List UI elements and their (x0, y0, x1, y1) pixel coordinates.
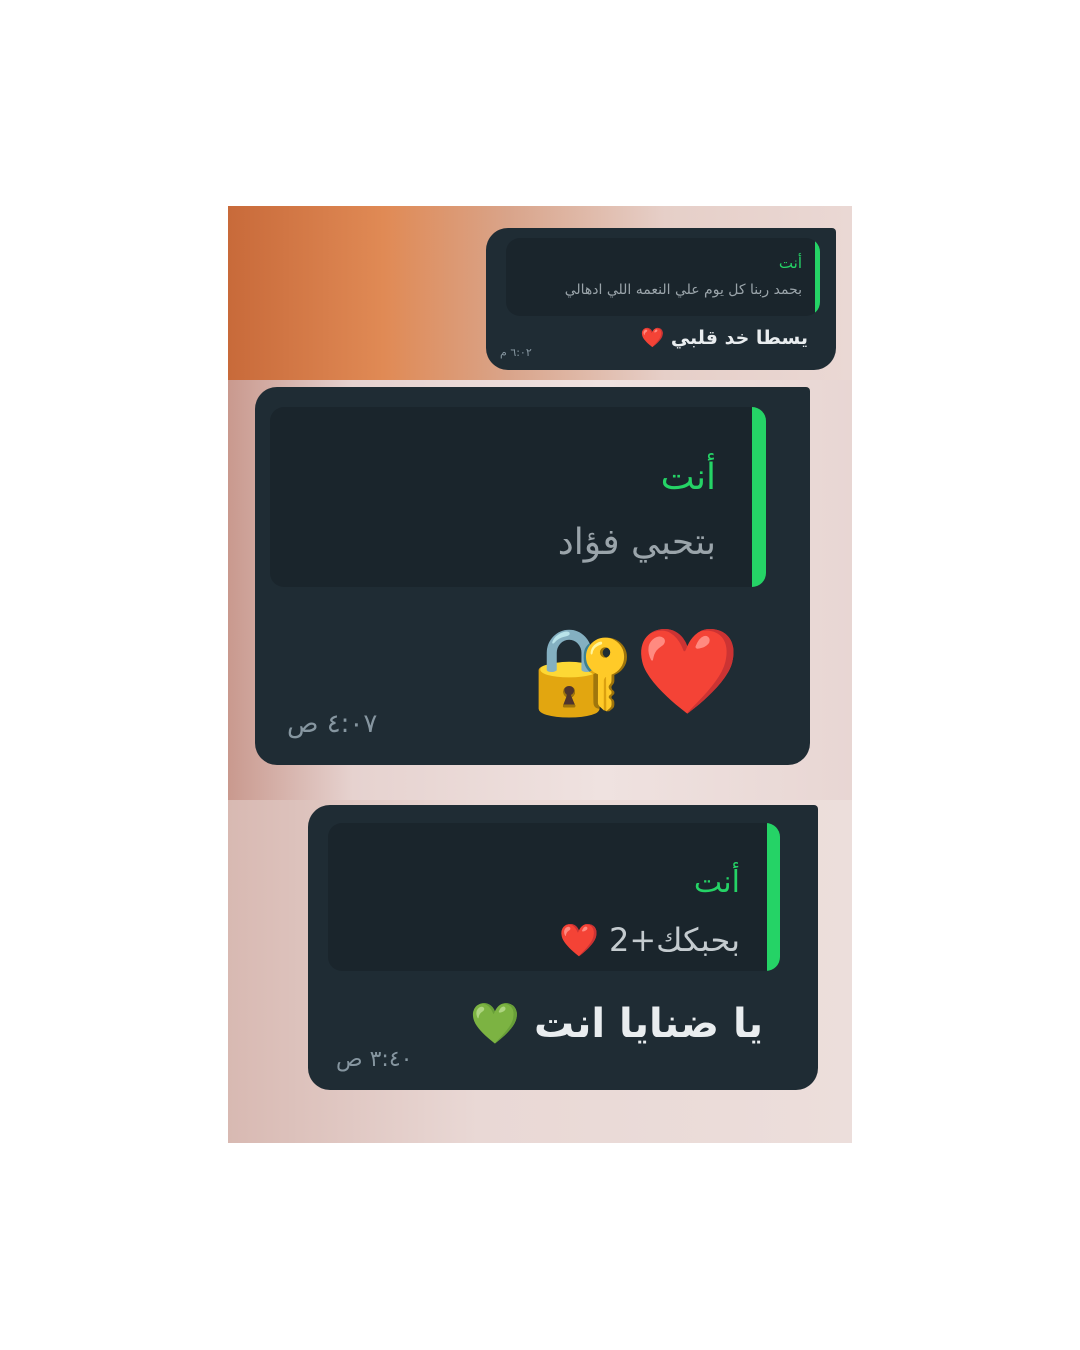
quote-text: بتحبي فؤاد (557, 522, 716, 563)
quote-bar (767, 823, 780, 971)
quote-bar (815, 238, 820, 316)
message-bubble-3[interactable]: أنت بحبكك+2 ❤️ يا ضنايا انت 💚 ٣:٤٠ ص (308, 805, 818, 1090)
message-text: يا ضنايا انت (533, 1001, 763, 1047)
heart-emoji-icon: ❤️ (640, 327, 665, 349)
message-bubble-2[interactable]: أنت بتحبي فؤاد ❤️🔐 ٤:٠٧ ص (255, 387, 810, 765)
message-text: يسطا خد قلبي (670, 327, 808, 349)
timestamp: ٣:٤٠ ص (336, 1047, 413, 1072)
quote-author: أنت (660, 457, 716, 498)
timestamp: ٦:٠٢ م (500, 346, 532, 359)
quote-text: بحمد ربنا كل يوم علي النعمه اللي ادهالي (564, 282, 802, 298)
timestamp: ٤:٠٧ ص (287, 709, 378, 739)
green-heart-emoji-icon: 💚 (470, 1001, 521, 1047)
quote-author: أنت (778, 254, 802, 272)
heart-emoji-icon: ❤️ (558, 921, 599, 959)
quote-author: أنت (693, 865, 740, 900)
heart-lock-emoji-icon: ❤️🔐 (530, 622, 740, 720)
quoted-message[interactable]: أنت بحبكك+2 ❤️ (328, 823, 780, 971)
quoted-message[interactable]: أنت بتحبي فؤاد (270, 407, 766, 587)
quote-text: بحبكك+2 (608, 921, 740, 959)
message-bubble-1[interactable]: أنت بحمد ربنا كل يوم علي النعمه اللي اده… (486, 228, 836, 370)
quoted-message[interactable]: أنت بحمد ربنا كل يوم علي النعمه اللي اده… (506, 238, 820, 316)
quote-bar (752, 407, 766, 587)
